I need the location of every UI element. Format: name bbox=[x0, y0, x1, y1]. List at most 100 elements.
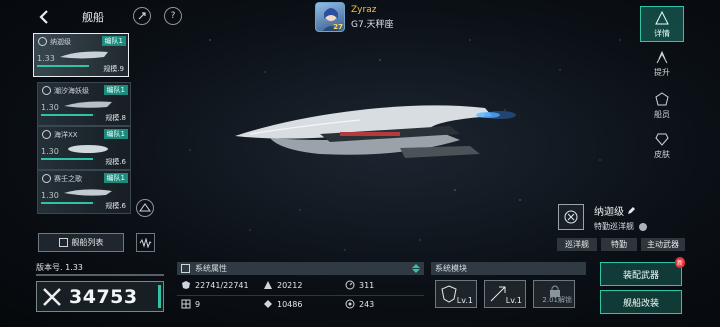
module-level: Lv.1 bbox=[505, 296, 522, 305]
ship-card-1[interactable]: 纳迦级 编队1 1.33 规模.9 bbox=[33, 33, 129, 77]
shield-icon bbox=[182, 281, 190, 289]
module-slot-3[interactable]: 2.01解锁 bbox=[533, 280, 575, 308]
power-value: 34753 bbox=[69, 285, 138, 308]
ship-scale: 规模.6 bbox=[105, 158, 126, 166]
attributes-title: 系统属性 bbox=[195, 264, 227, 273]
ship-type-label: 特勤巡洋舰 bbox=[594, 222, 634, 231]
tab-label: 详情 bbox=[654, 29, 670, 38]
module-unlock-text: 2.01解锁 bbox=[542, 296, 572, 304]
ship-card-3[interactable]: 海洋XX 编队1 1.30 规模.6 bbox=[37, 126, 131, 170]
fire-icon bbox=[42, 86, 51, 95]
attr-shield: 22741/22741 bbox=[181, 280, 249, 290]
ship-tab-icon bbox=[655, 11, 669, 25]
ship-level-bar bbox=[41, 202, 93, 204]
edit-icon[interactable] bbox=[627, 206, 636, 215]
ship-name: 赛壬之歌 bbox=[54, 175, 82, 183]
ship-thumbnail-icon bbox=[64, 189, 112, 196]
attr-value: 311 bbox=[359, 280, 375, 290]
target-icon bbox=[564, 210, 578, 224]
modules-panel: 系统模块 Lv.1 Lv.1 2.01解锁 bbox=[431, 262, 586, 322]
power-accent bbox=[158, 285, 161, 308]
ship-list-label: 舰船列表 bbox=[71, 238, 104, 247]
ship-type: 特勤巡洋舰 bbox=[594, 221, 647, 232]
tab-skin[interactable]: 皮肤 bbox=[640, 126, 684, 162]
tab-label: 船员 bbox=[654, 110, 670, 119]
fleet-badge: 编队1 bbox=[103, 129, 128, 139]
fleet-badge: 编队1 bbox=[101, 36, 126, 46]
attr-value: 9 bbox=[195, 299, 201, 309]
attr-speed: 311 bbox=[345, 280, 374, 290]
player-server: G7.天秤座 bbox=[351, 19, 394, 30]
attr-value: 22741/22741 bbox=[195, 280, 249, 290]
cargo-icon bbox=[264, 300, 272, 308]
ship-scale: 规模.9 bbox=[103, 65, 124, 73]
target-icon bbox=[42, 130, 51, 139]
ship-level: 1.30 bbox=[41, 191, 59, 200]
grid-icon bbox=[58, 238, 68, 247]
tab-upgrade[interactable]: 提升 bbox=[640, 44, 684, 80]
ship-card-2[interactable]: 潮汐海妖级 编队1 1.30 规模.8 bbox=[37, 82, 131, 126]
module-slot-2[interactable]: Lv.1 bbox=[484, 280, 526, 308]
tab-label: 皮肤 bbox=[654, 150, 670, 159]
ship-scale: 规模.8 bbox=[105, 114, 126, 122]
attr-radar: 243 bbox=[345, 299, 374, 309]
ship-thumbnail-icon bbox=[64, 101, 112, 108]
module-level: Lv.1 bbox=[456, 296, 473, 305]
ship-name: 纳迦级 bbox=[50, 38, 71, 46]
attributes-panel: 系统属性 22741/22741 20212 311 9 10486 243 bbox=[177, 262, 424, 322]
new-badge: 新 bbox=[674, 257, 685, 268]
player-info[interactable]: 27 Zyraz G7.天秤座 bbox=[315, 2, 394, 32]
ship-level-bar bbox=[37, 65, 89, 67]
info-icon[interactable] bbox=[638, 222, 647, 231]
tag-special: 特勤 bbox=[601, 238, 637, 251]
ship-thumbnail-icon bbox=[60, 51, 108, 59]
ship-class-icon bbox=[558, 204, 584, 230]
ship-card-4[interactable]: 赛壬之歌 编队1 1.30 规模.6 bbox=[37, 170, 131, 214]
fleet-formation-icon[interactable] bbox=[135, 198, 155, 218]
attr-grid: 9 bbox=[181, 299, 200, 309]
ship-refit-button[interactable]: 舰船改装 bbox=[600, 290, 682, 314]
back-icon[interactable] bbox=[36, 8, 54, 26]
tag-active-weapon: 主动武器 bbox=[641, 238, 685, 251]
ship-class-label: 纳迦级 bbox=[594, 207, 624, 218]
tab-label: 提升 bbox=[654, 68, 670, 77]
tab-crew[interactable]: 船员 bbox=[640, 86, 684, 122]
ship-level: 1.33 bbox=[37, 54, 55, 63]
module-weapon-icon bbox=[490, 286, 506, 302]
tab-details[interactable]: 详情 bbox=[640, 6, 684, 42]
page-title: 舰船 bbox=[82, 11, 104, 24]
ship-level-bar bbox=[41, 114, 93, 116]
fleet-badge: 编队1 bbox=[103, 85, 128, 95]
upgrade-icon bbox=[656, 50, 668, 64]
divider bbox=[177, 295, 424, 296]
version-label: 版本号. 1.33 bbox=[36, 263, 83, 272]
ship-list-button[interactable]: 舰船列表 bbox=[38, 233, 124, 252]
ship-refit-label: 舰船改装 bbox=[622, 298, 659, 309]
grid-icon bbox=[181, 299, 191, 309]
player-name: Zyraz bbox=[351, 4, 377, 15]
attr-armor: 20212 bbox=[263, 280, 302, 290]
avatar[interactable]: 27 bbox=[315, 2, 345, 32]
signal-button[interactable] bbox=[136, 233, 155, 252]
skin-icon bbox=[655, 133, 669, 146]
crossed-swords-icon bbox=[43, 287, 61, 306]
armor-icon bbox=[264, 281, 272, 289]
sort-icon[interactable] bbox=[412, 264, 420, 273]
help-button[interactable]: ? bbox=[164, 7, 182, 25]
ship-class-name: 纳迦级 bbox=[594, 203, 636, 218]
equip-weapon-button[interactable]: 装配武器 新 bbox=[600, 257, 685, 286]
ship-model bbox=[235, 105, 516, 158]
ship-level: 1.30 bbox=[41, 103, 59, 112]
crew-icon bbox=[655, 92, 669, 106]
equip-weapon-label: 装配武器 bbox=[622, 270, 659, 281]
rocket-button[interactable] bbox=[133, 7, 151, 25]
attr-value: 20212 bbox=[277, 280, 303, 290]
target-icon bbox=[38, 37, 47, 46]
player-level: 27 bbox=[333, 23, 343, 31]
attr-cargo: 10486 bbox=[263, 299, 302, 309]
module-slot-1[interactable]: Lv.1 bbox=[435, 280, 477, 308]
ship-level-bar bbox=[41, 158, 93, 160]
wave-icon bbox=[139, 237, 152, 248]
ship-thumbnail-icon bbox=[68, 145, 108, 153]
rocket-icon bbox=[138, 12, 146, 20]
